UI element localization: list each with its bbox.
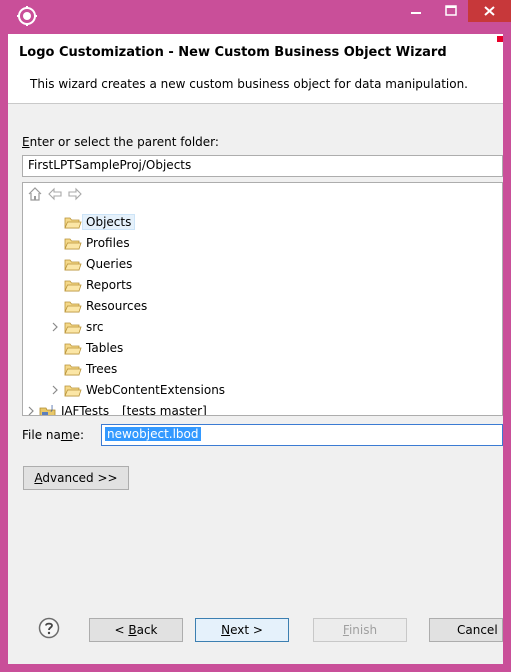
tree-folder-item[interactable]: Reports — [64, 275, 493, 296]
expand-arrow-icon[interactable] — [51, 385, 59, 395]
wizard-header: Logo Customization - New Custom Business… — [8, 34, 503, 103]
title-bar[interactable] — [0, 0, 511, 34]
cancel-label: Cancel — [457, 623, 498, 637]
next-mnemonic: N — [221, 623, 231, 637]
expand-arrow-icon[interactable] — [51, 322, 59, 332]
back-mnemonic: B — [128, 623, 137, 637]
forward-arrow-icon[interactable] — [67, 186, 83, 202]
folder-icon — [64, 301, 82, 313]
help-icon[interactable] — [38, 617, 60, 639]
filename-label-pre: File na — [22, 428, 61, 442]
back-button[interactable]: < Back — [89, 618, 183, 642]
parent-folder-input[interactable]: FirstLPTSampleProj/Objects — [22, 155, 503, 177]
close-icon — [484, 6, 495, 16]
tree-item-label: Resources — [86, 299, 148, 313]
home-icon[interactable] — [27, 186, 43, 202]
next-label: ext > — [230, 623, 263, 637]
next-button[interactable]: Next > — [195, 618, 289, 642]
filename-selected-text: newobject.lbod — [105, 427, 201, 441]
cancel-button[interactable]: Cancel — [429, 618, 503, 642]
tree-folder-item[interactable]: Trees — [64, 359, 493, 380]
wizard-client-area: Logo Customization - New Custom Business… — [8, 34, 503, 664]
wizard-body: Enter or select the parent folder: First… — [8, 103, 503, 664]
tree-item-label: Objects — [82, 214, 136, 230]
tree-folder-item[interactable]: Profiles — [64, 233, 493, 254]
tree-folder-item[interactable]: Objects — [64, 212, 493, 233]
close-button[interactable] — [468, 0, 511, 22]
tree-folder-item[interactable]: src — [52, 317, 493, 338]
minimize-icon — [411, 12, 421, 14]
folder-icon — [64, 364, 82, 376]
tree-item-label: src — [86, 320, 104, 334]
maximize-button[interactable] — [434, 0, 468, 22]
java-project-icon: J — [39, 404, 56, 415]
finish-button[interactable]: Finish — [313, 618, 407, 642]
tree-item-label: JAFTests — [61, 404, 110, 416]
folder-icon — [64, 385, 82, 397]
back-prefix: < — [114, 623, 129, 637]
filename-label-post: e: — [72, 428, 84, 442]
tree-item-label: Trees — [86, 362, 118, 376]
folder-icon — [64, 238, 82, 250]
wizard-description: This wizard creates a new custom busines… — [30, 77, 468, 91]
tree-item-label: Reports — [86, 278, 133, 292]
tree-folder-item[interactable]: Resources — [64, 296, 493, 317]
tree-item-label: Profiles — [86, 236, 130, 250]
filename-label: File name: — [22, 428, 84, 442]
finish-label: inish — [348, 623, 378, 637]
tree-item-label: Tables — [86, 341, 124, 355]
parent-folder-label-text: nter or select the parent folder: — [29, 135, 219, 149]
back-label: ack — [136, 623, 158, 637]
folder-icon — [64, 322, 82, 334]
folder-tree[interactable]: Objects Profiles Queries Reports Resources sr… — [22, 182, 503, 416]
folder-icon — [64, 217, 82, 229]
filename-row: File name: newobject.lbod — [8, 423, 503, 449]
parent-folder-label: Enter or select the parent folder: — [22, 135, 219, 149]
folder-icon — [64, 259, 82, 271]
parent-folder-label-mnemonic: E — [22, 135, 30, 149]
tree-folder-item[interactable]: Queries — [64, 254, 493, 275]
advanced-label: dvanced >> — [42, 471, 118, 485]
svg-text:J: J — [50, 404, 53, 412]
folder-icon — [64, 280, 82, 292]
tree-folder-item[interactable]: WebContentExtensions — [52, 380, 493, 401]
back-arrow-icon[interactable] — [47, 186, 63, 202]
filename-label-mnemonic: m — [60, 428, 73, 442]
wizard-title: Logo Customization - New Custom Business… — [19, 45, 447, 60]
maximize-icon — [445, 5, 457, 16]
tree-item-label: Queries — [86, 257, 133, 271]
eclipse-gear-icon — [17, 6, 37, 26]
wizard-window: Logo Customization - New Custom Business… — [0, 0, 511, 672]
expand-arrow-icon[interactable] — [27, 406, 35, 416]
tree-item-label: WebContentExtensions — [86, 383, 226, 397]
header-corner-marker — [497, 36, 503, 42]
tree-project-item[interactable]: J JAFTests [tests master] — [27, 401, 493, 416]
filename-input[interactable]: newobject.lbod — [101, 424, 503, 446]
tree-folder-item[interactable]: Tables — [64, 338, 493, 359]
folder-icon — [64, 343, 82, 355]
minimize-button[interactable] — [398, 0, 434, 22]
tree-item-suffix: [tests master] — [122, 404, 207, 416]
advanced-button[interactable]: Advanced >> — [23, 466, 129, 490]
